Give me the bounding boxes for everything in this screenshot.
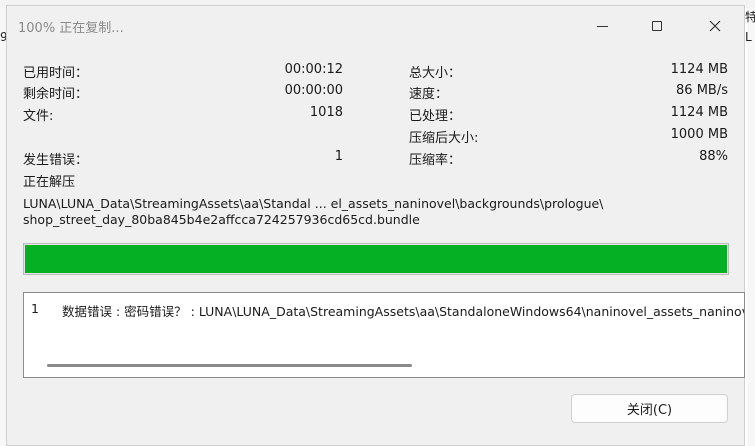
compression-ratio-value: 88% bbox=[699, 149, 728, 164]
copy-progress-dialog: 100% 正在复制... 已用时间： 00:00:12 剩余时间： 00:00:… bbox=[6, 5, 745, 446]
minimize-button[interactable] bbox=[582, 12, 622, 40]
compression-ratio-label: 压缩率： bbox=[409, 153, 462, 168]
files-value: 1018 bbox=[309, 105, 343, 120]
compressed-size-label: 压缩后大小: bbox=[409, 131, 479, 146]
error-log-list[interactable]: 1 数据错误 : 密码错误？ : LUNA\LUNA_Data\Streamin… bbox=[23, 292, 745, 378]
errors-value: 1 bbox=[334, 149, 343, 164]
total-size-value: 1124 MB bbox=[670, 62, 728, 77]
maximize-button[interactable] bbox=[637, 12, 677, 40]
elapsed-time-label: 已用时间： bbox=[23, 66, 89, 81]
horizontal-scrollbar[interactable] bbox=[24, 359, 744, 373]
close-button[interactable]: 关闭(C) bbox=[571, 394, 728, 423]
operation-status: 正在解压 bbox=[23, 175, 76, 190]
current-file-name: shop_street_day_80ba845b4e2affcca7242579… bbox=[23, 212, 420, 227]
background-fragment-right-mid: L bbox=[745, 30, 752, 44]
background-window-right bbox=[747, 8, 755, 446]
processed-label: 已处理： bbox=[409, 109, 462, 124]
speed-label: 速度： bbox=[409, 87, 449, 102]
speed-value: 86 MB/s bbox=[676, 83, 728, 98]
progress-bar bbox=[23, 243, 729, 275]
window-title: 100% 正在复制... bbox=[18, 21, 124, 36]
minimize-icon bbox=[596, 25, 608, 27]
remaining-time-value: 00:00:00 bbox=[284, 83, 343, 98]
background-fragment-right-top: 特 bbox=[745, 10, 755, 24]
errors-label: 发生错误： bbox=[23, 153, 89, 168]
close-window-button[interactable] bbox=[695, 12, 735, 40]
title-bar[interactable]: 100% 正在复制... bbox=[7, 6, 744, 44]
elapsed-time-value: 00:00:12 bbox=[284, 62, 343, 77]
current-file-path: LUNA\LUNA_Data\StreamingAssets\aa\Standa… bbox=[23, 196, 604, 211]
maximize-icon bbox=[652, 21, 662, 31]
close-icon bbox=[709, 20, 721, 32]
log-item-message: 数据错误 : 密码错误？ : LUNA\LUNA_Data\StreamingA… bbox=[62, 304, 745, 319]
scrollbar-thumb[interactable] bbox=[47, 364, 412, 367]
files-label: 文件: bbox=[23, 109, 54, 124]
progress-bar-fill bbox=[25, 245, 727, 273]
total-size-label: 总大小： bbox=[409, 66, 462, 81]
compressed-size-value: 1000 MB bbox=[670, 127, 728, 142]
processed-value: 1124 MB bbox=[670, 105, 728, 120]
log-item-number: 1 bbox=[31, 301, 39, 316]
remaining-time-label: 剩余时间： bbox=[23, 87, 89, 102]
